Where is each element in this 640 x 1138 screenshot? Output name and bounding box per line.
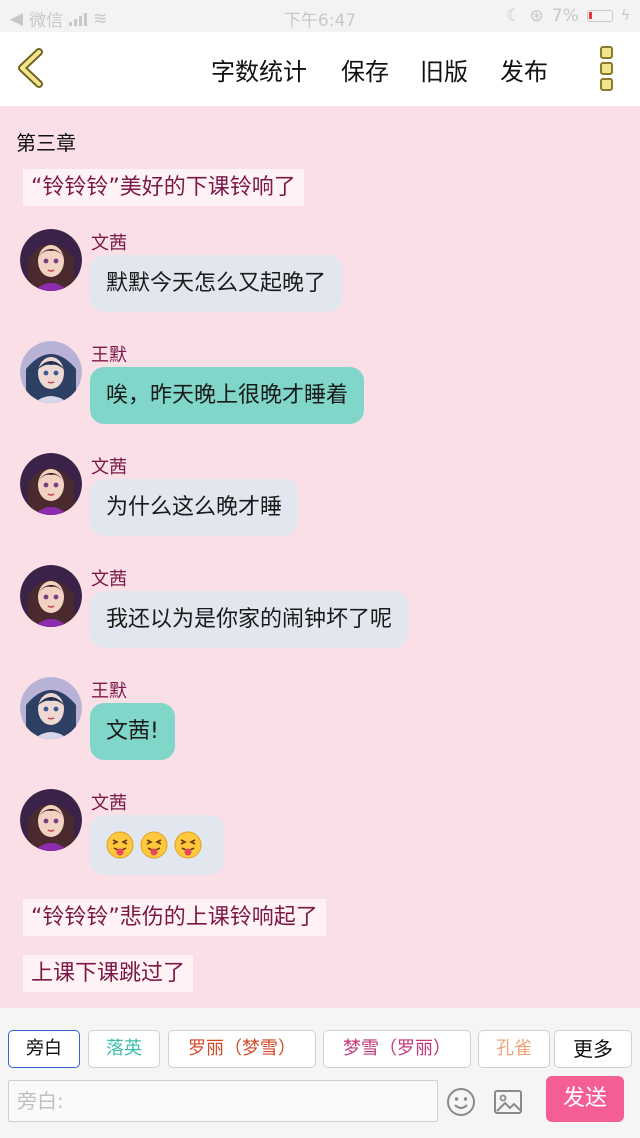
wangmo-avatar-image bbox=[20, 341, 82, 403]
message-bubble[interactable]: 默默今天怎么又起晚了 bbox=[90, 255, 343, 312]
more-roles-button[interactable]: 更多 bbox=[554, 1030, 632, 1068]
narration-line[interactable]: 上课下课跳过了 bbox=[23, 955, 194, 992]
sender-name: 王默 bbox=[91, 681, 127, 702]
old-version-button[interactable]: 旧版 bbox=[420, 52, 468, 87]
smiley-icon bbox=[447, 1088, 475, 1116]
squinting-tongue-face-icon bbox=[140, 831, 168, 859]
send-button[interactable]: 发送 bbox=[546, 1076, 624, 1122]
chapter-title: 第三章 bbox=[16, 131, 76, 155]
sender-name: 王默 bbox=[91, 345, 127, 366]
squinting-tongue-face-icon bbox=[174, 831, 202, 859]
word-count-button[interactable]: 字数统计 bbox=[211, 52, 307, 87]
sender-name: 文茜 bbox=[91, 233, 127, 254]
avatar-wenqian[interactable] bbox=[20, 229, 82, 291]
sender-name: 文茜 bbox=[91, 457, 127, 478]
status-right: ☾ ⊛ 7% ϟ bbox=[506, 6, 630, 26]
message-input-wrapper bbox=[8, 1080, 438, 1122]
nav-bar: 字数统计 保存 旧版 发布 bbox=[0, 32, 640, 106]
role-chip-luoli[interactable]: 罗丽（梦雪） bbox=[168, 1030, 316, 1068]
role-chip-mengxue[interactable]: 梦雪（罗丽） bbox=[323, 1030, 471, 1068]
back-button[interactable] bbox=[12, 48, 52, 88]
sender-name: 文茜 bbox=[91, 569, 127, 590]
wenqian-avatar-image bbox=[20, 229, 82, 291]
battery-icon bbox=[586, 10, 613, 22]
avatar-wenqian[interactable] bbox=[20, 453, 82, 515]
chevron-left-icon bbox=[18, 48, 43, 88]
avatar-wangmo[interactable] bbox=[20, 677, 82, 739]
composer-bar: 旁白 落英 罗丽（梦雪） 梦雪（罗丽） 孔雀 更多 发送 bbox=[0, 1008, 640, 1138]
message-bubble[interactable]: 我还以为是你家的闹钟坏了呢 bbox=[90, 591, 409, 648]
status-bar: ◀ 微信 ≋ 下午6:47 ☾ ⊛ 7% ϟ bbox=[0, 0, 640, 32]
squinting-tongue-face-icon bbox=[106, 831, 134, 859]
narration-line[interactable]: “铃铃铃”悲伤的上课铃响起了 bbox=[23, 899, 326, 936]
sender-name: 文茜 bbox=[91, 793, 127, 814]
orientation-lock-icon: ⊛ bbox=[529, 6, 544, 26]
avatar-wenqian[interactable] bbox=[20, 565, 82, 627]
emoji-picker-icon[interactable] bbox=[445, 1086, 477, 1118]
narration-line[interactable]: “铃铃铃”美好的下课铃响了 bbox=[23, 169, 304, 206]
role-chip-luoying[interactable]: 落英 bbox=[88, 1030, 160, 1068]
avatar-wangmo[interactable] bbox=[20, 341, 82, 403]
emoji-bubble[interactable] bbox=[90, 815, 224, 875]
message-bubble[interactable]: 为什么这么晚才睡 bbox=[90, 479, 299, 536]
image-icon bbox=[494, 1090, 522, 1114]
more-menu-icon[interactable] bbox=[597, 46, 615, 94]
message-bubble[interactable]: 文茜! bbox=[90, 703, 175, 760]
image-picker-icon[interactable] bbox=[492, 1086, 524, 1118]
message-input[interactable] bbox=[17, 1082, 429, 1120]
publish-button[interactable]: 发布 bbox=[500, 52, 548, 87]
role-chip-narration[interactable]: 旁白 bbox=[8, 1030, 80, 1068]
moon-icon: ☾ bbox=[506, 6, 522, 26]
message-bubble[interactable]: 唉，昨天晚上很晚才睡着 bbox=[90, 367, 365, 424]
charging-icon: ϟ bbox=[620, 8, 630, 24]
battery-percent: 7% bbox=[551, 6, 579, 26]
wenqian-avatar-image bbox=[20, 565, 82, 627]
wenqian-avatar-image bbox=[20, 453, 82, 515]
wenqian-avatar-image bbox=[20, 789, 82, 851]
wangmo-avatar-image bbox=[20, 677, 82, 739]
save-button[interactable]: 保存 bbox=[341, 52, 389, 87]
role-chip-kongque[interactable]: 孔雀 bbox=[478, 1030, 550, 1068]
avatar-wenqian[interactable] bbox=[20, 789, 82, 851]
